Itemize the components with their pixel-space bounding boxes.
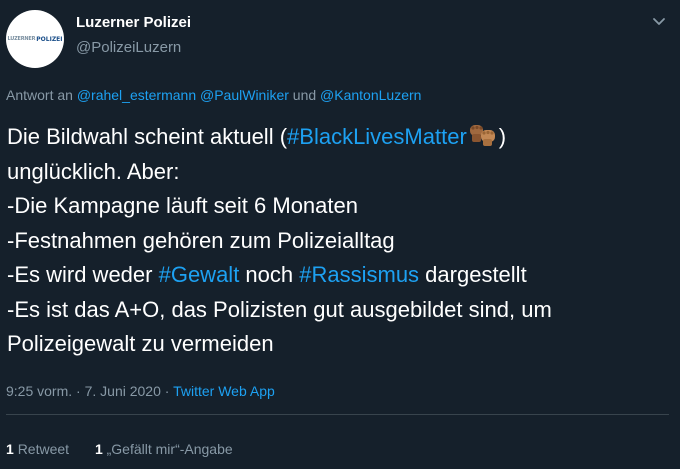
- tweet-stats: 1 Retweet 1 „Gefällt mir“-Angabe: [6, 441, 255, 457]
- tweet-line: -Die Kampagne läuft seit 6 Monaten: [7, 193, 358, 218]
- tweet-line: Polizeigewalt zu vermeiden: [7, 331, 274, 356]
- tweet-line: -Festnahmen gehören zum Polizeialltag: [7, 227, 395, 253]
- tweet-line: -Es wird weder #Gewalt noch #Rassismus d…: [7, 258, 675, 293]
- hashtag-link[interactable]: #Rassismus: [299, 262, 419, 287]
- logo-text-left: LUZERNER: [7, 36, 36, 42]
- tweet-date[interactable]: 7. Juni 2020: [85, 383, 161, 399]
- raised-fists-emoji-icon: [469, 125, 495, 146]
- like-label: „Gefällt mir“-Angabe: [106, 441, 233, 457]
- mention-link[interactable]: @rahel_estermann: [77, 87, 196, 103]
- retweet-count: 1: [6, 441, 14, 457]
- hashtag-link[interactable]: #BlackLivesMatter: [287, 124, 467, 149]
- chevron-down-icon[interactable]: [652, 14, 666, 28]
- avatar[interactable]: LUZERNER POLIZEI: [6, 10, 64, 68]
- retweet-label: Retweet: [17, 441, 70, 457]
- tweet-line: -Es ist das A+O, das Polizisten gut ausg…: [7, 296, 552, 322]
- reply-prefix: Antwort an: [6, 87, 73, 103]
- tweet: LUZERNER POLIZEI Luzerner Polizei @Poliz…: [0, 0, 680, 469]
- reply-context: Antwort an @rahel_estermann @PaulWiniker…: [6, 87, 421, 103]
- meta-separator: ·: [76, 383, 81, 399]
- tweet-source-link[interactable]: Twitter Web App: [173, 383, 275, 399]
- text-segment: noch: [239, 262, 300, 287]
- hashtag-link[interactable]: #Gewalt: [159, 262, 240, 287]
- author-display-name[interactable]: Luzerner Polizei: [76, 14, 191, 31]
- tweet-text: Die Bildwahl scheint aktuell (#BlackLive…: [7, 120, 675, 362]
- tweet-meta: 9:25 vorm. · 7. Juni 2020 · Twitter Web …: [6, 383, 275, 399]
- text-segment: dargestellt: [419, 262, 527, 287]
- like-stat[interactable]: 1 „Gefällt mir“-Angabe: [95, 441, 233, 457]
- like-count: 1: [94, 441, 103, 457]
- divider: [6, 414, 669, 415]
- logo-text-right: POLIZEI: [36, 35, 63, 43]
- tweet-line: Die Bildwahl scheint aktuell (#BlackLive…: [7, 120, 675, 155]
- retweet-stat[interactable]: 1 Retweet: [6, 441, 69, 457]
- reply-conjunction: und: [292, 87, 317, 103]
- mention-link[interactable]: @PaulWiniker: [200, 87, 289, 103]
- police-logo: LUZERNER POLIZEI: [7, 36, 62, 43]
- text-segment: ): [498, 124, 507, 149]
- author-handle[interactable]: @PolizeiLuzern: [76, 39, 181, 56]
- meta-separator: ·: [164, 383, 170, 399]
- tweet-time[interactable]: 9:25 vorm.: [6, 383, 72, 399]
- tweet-line: unglücklich. Aber:: [7, 158, 180, 184]
- mention-link[interactable]: @KantonLuzern: [320, 87, 421, 103]
- text-segment: Die Bildwahl scheint aktuell (: [7, 124, 288, 149]
- text-segment: -Es wird weder: [7, 262, 159, 287]
